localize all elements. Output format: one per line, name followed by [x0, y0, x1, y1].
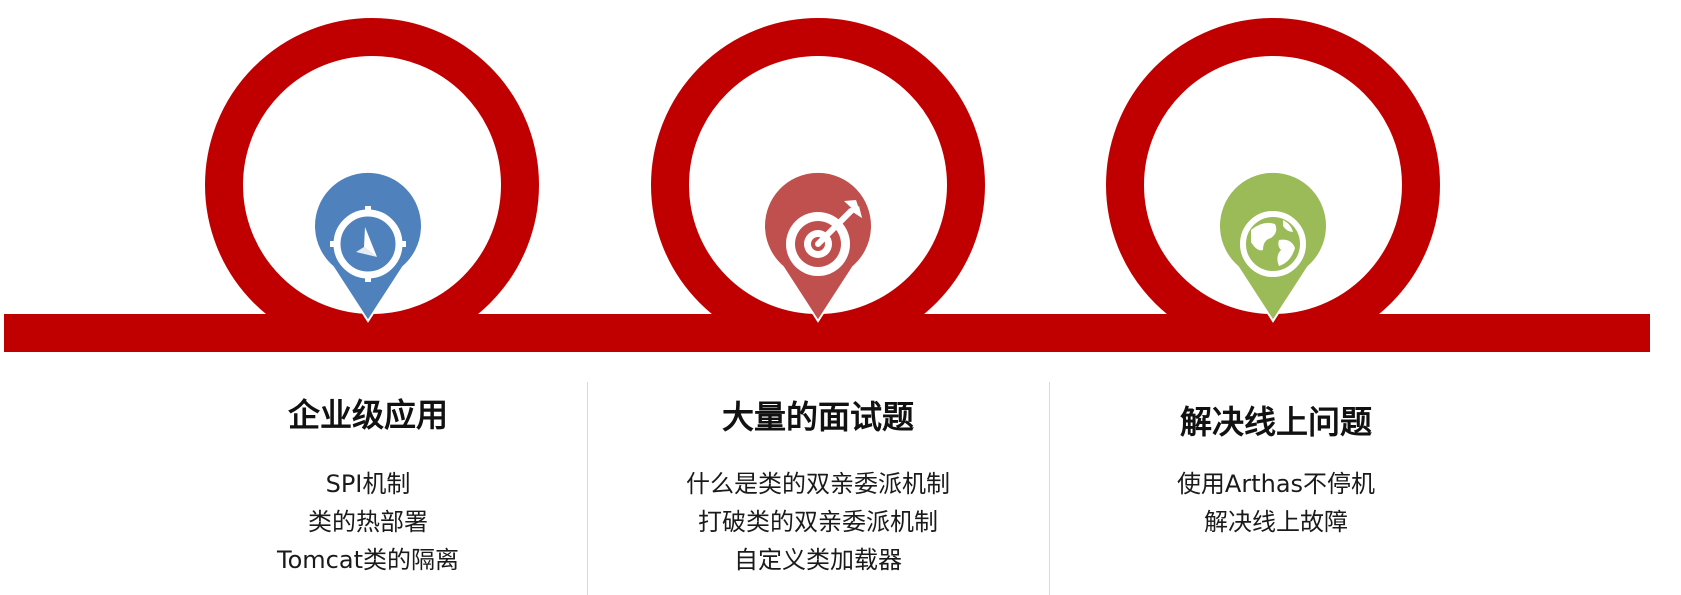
- column-list-2: 什么是类的双亲委派机制 打破类的双亲委派机制 自定义类加载器: [608, 465, 1028, 579]
- list-item: 什么是类的双亲委派机制: [686, 470, 950, 498]
- column-divider-2: [1049, 382, 1050, 595]
- list-item: Tomcat类的隔离: [277, 546, 459, 574]
- map-pin-2: [763, 170, 873, 323]
- list-item: SPI机制: [325, 470, 411, 498]
- map-pin-1: [313, 170, 423, 323]
- column-list-3: 使用Arthas不停机 解决线上故障: [1066, 465, 1486, 541]
- column-title-3: 解决线上问题: [1179, 403, 1372, 441]
- map-pin-3: [1218, 170, 1328, 323]
- column-title-1: 企业级应用: [287, 396, 448, 434]
- list-item: 解决线上故障: [1204, 508, 1348, 536]
- column-list-1: SPI机制 类的热部署 Tomcat类的隔离: [158, 465, 578, 579]
- list-item: 打破类的双亲委派机制: [698, 508, 938, 536]
- list-item: 类的热部署: [308, 508, 428, 536]
- list-item: 自定义类加载器: [734, 546, 902, 574]
- column-title-2: 大量的面试题: [721, 398, 914, 436]
- list-item: 使用Arthas不停机: [1176, 470, 1376, 498]
- column-divider-1: [587, 382, 588, 595]
